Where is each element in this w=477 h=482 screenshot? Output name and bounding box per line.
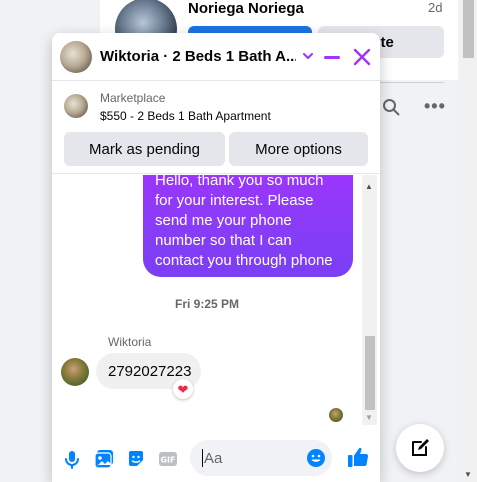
chevron-down-icon[interactable]	[301, 49, 315, 63]
listing-avatar[interactable]	[60, 41, 92, 73]
divider	[380, 82, 444, 83]
microphone-icon[interactable]	[62, 449, 82, 469]
more-options-icon[interactable]: •••	[424, 96, 446, 117]
like-icon[interactable]	[346, 445, 370, 469]
heart-reaction-icon[interactable]: ❤	[173, 379, 193, 399]
compose-icon	[412, 439, 429, 456]
seen-avatar	[329, 408, 343, 422]
message-line: number so that I can	[155, 232, 292, 249]
listing-thumbnail[interactable]	[64, 94, 88, 118]
reaction-glyph: ❤	[177, 381, 189, 397]
sender-avatar[interactable]	[61, 358, 89, 386]
contact-name[interactable]: Noriega Noriega	[188, 0, 304, 17]
sticker-icon[interactable]	[126, 449, 146, 469]
chat-header[interactable]: Wiktoria · 2 Beds 1 Bath A...	[52, 33, 380, 81]
outgoing-message[interactable]: Hello, thank you so much for your intere…	[143, 175, 353, 277]
message-line: Hello, thank you so much	[155, 175, 324, 189]
mark-as-pending-button[interactable]: Mark as pending	[64, 132, 225, 166]
message-composer: GIF Aa	[52, 433, 380, 482]
search-icon[interactable]	[382, 98, 400, 116]
text-cursor	[202, 449, 203, 467]
message-line: send me your phone	[155, 212, 292, 229]
message-line: for your interest. Please	[155, 192, 314, 209]
chat-scrollbar-thumb[interactable]	[365, 336, 375, 410]
chat-window: Wiktoria · 2 Beds 1 Bath A... Marketplac…	[52, 33, 380, 482]
chat-title[interactable]: Wiktoria · 2 Beds 1 Bath A...	[100, 48, 296, 65]
contact-time: 2d	[428, 0, 443, 15]
message-input-placeholder: Aa	[204, 449, 223, 467]
minimize-icon[interactable]	[324, 56, 340, 59]
marketplace-label: Marketplace	[100, 91, 166, 105]
message-line: contact you through phone	[155, 252, 333, 269]
new-message-button[interactable]	[396, 424, 444, 472]
chat-scroll-up-icon[interactable]: ▲	[365, 182, 373, 191]
listing-title[interactable]: $550 - 2 Beds 1 Bath Apartment	[100, 109, 271, 123]
page-scrollbar-thumb[interactable]	[463, 0, 474, 58]
page-scrollbar[interactable]	[460, 0, 477, 482]
emoji-icon[interactable]	[306, 448, 326, 468]
chat-scroll-down-icon[interactable]: ▼	[365, 413, 373, 422]
more-options-button[interactable]: More options	[229, 132, 368, 166]
gif-icon[interactable]: GIF	[158, 449, 178, 469]
gallery-icon[interactable]	[94, 449, 114, 469]
close-icon[interactable]	[353, 48, 371, 66]
message-timestamp: Fri 9:25 PM	[174, 297, 240, 311]
message-list: Hello, thank you so much for your intere…	[52, 175, 362, 425]
marketplace-banner: Marketplace $550 - 2 Beds 1 Bath Apartme…	[52, 82, 380, 174]
page-scroll-down-icon[interactable]: ▼	[464, 470, 472, 479]
sender-name: Wiktoria	[108, 335, 152, 349]
svg-text:GIF: GIF	[160, 456, 175, 465]
